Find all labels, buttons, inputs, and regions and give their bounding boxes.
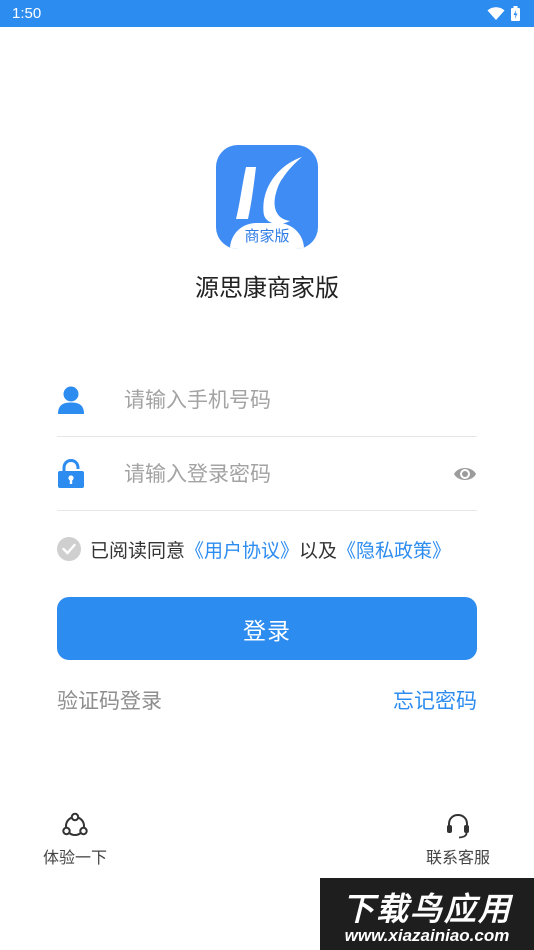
- watermark-url: www.xiazainiao.com: [344, 926, 510, 945]
- agreement-prefix: 已阅读同意: [90, 539, 186, 562]
- password-input[interactable]: [124, 457, 434, 491]
- status-icons: [487, 6, 520, 21]
- headset-icon: [447, 813, 469, 839]
- customer-service-button[interactable]: 联系客服: [413, 812, 503, 868]
- app-logo: 商家版: [216, 145, 318, 249]
- customer-service-label: 联系客服: [425, 848, 490, 867]
- trial-label: 体验一下: [42, 848, 107, 867]
- share-icon: [62, 812, 88, 836]
- watermark: 下载鸟应用 www.xiazainiao.com: [320, 878, 534, 950]
- privacy-policy-link[interactable]: 《隐私政策》: [337, 536, 451, 563]
- login-button[interactable]: 登录: [57, 597, 477, 660]
- status-time: 1:50: [12, 5, 42, 22]
- sms-login-link[interactable]: 验证码登录: [57, 685, 162, 715]
- logo-badge: 商家版: [230, 223, 304, 249]
- password-field-row: [57, 437, 477, 511]
- status-bar: 1:50: [0, 0, 534, 27]
- lock-icon: [58, 459, 84, 488]
- agreement-row: 已阅读同意 《用户协议》 以及 《隐私政策》: [57, 534, 451, 564]
- forgot-password-link[interactable]: 忘记密码: [393, 685, 477, 715]
- logo-badge-text: 商家版: [244, 227, 290, 245]
- agreement-checkbox[interactable]: [57, 537, 81, 561]
- trial-button[interactable]: 体验一下: [30, 812, 120, 868]
- check-icon: [62, 543, 76, 555]
- watermark-title: 下载鸟应用: [341, 890, 512, 928]
- user-agreement-link[interactable]: 《用户协议》: [185, 536, 299, 563]
- battery-icon: [511, 6, 520, 21]
- phone-input[interactable]: [124, 383, 434, 417]
- agreement-connector: 以及: [299, 539, 338, 562]
- user-icon: [58, 386, 84, 414]
- wifi-icon: [487, 6, 505, 20]
- app-name: 源思康商家版: [195, 274, 339, 302]
- eye-icon[interactable]: [453, 464, 477, 484]
- phone-field-row: [57, 363, 477, 437]
